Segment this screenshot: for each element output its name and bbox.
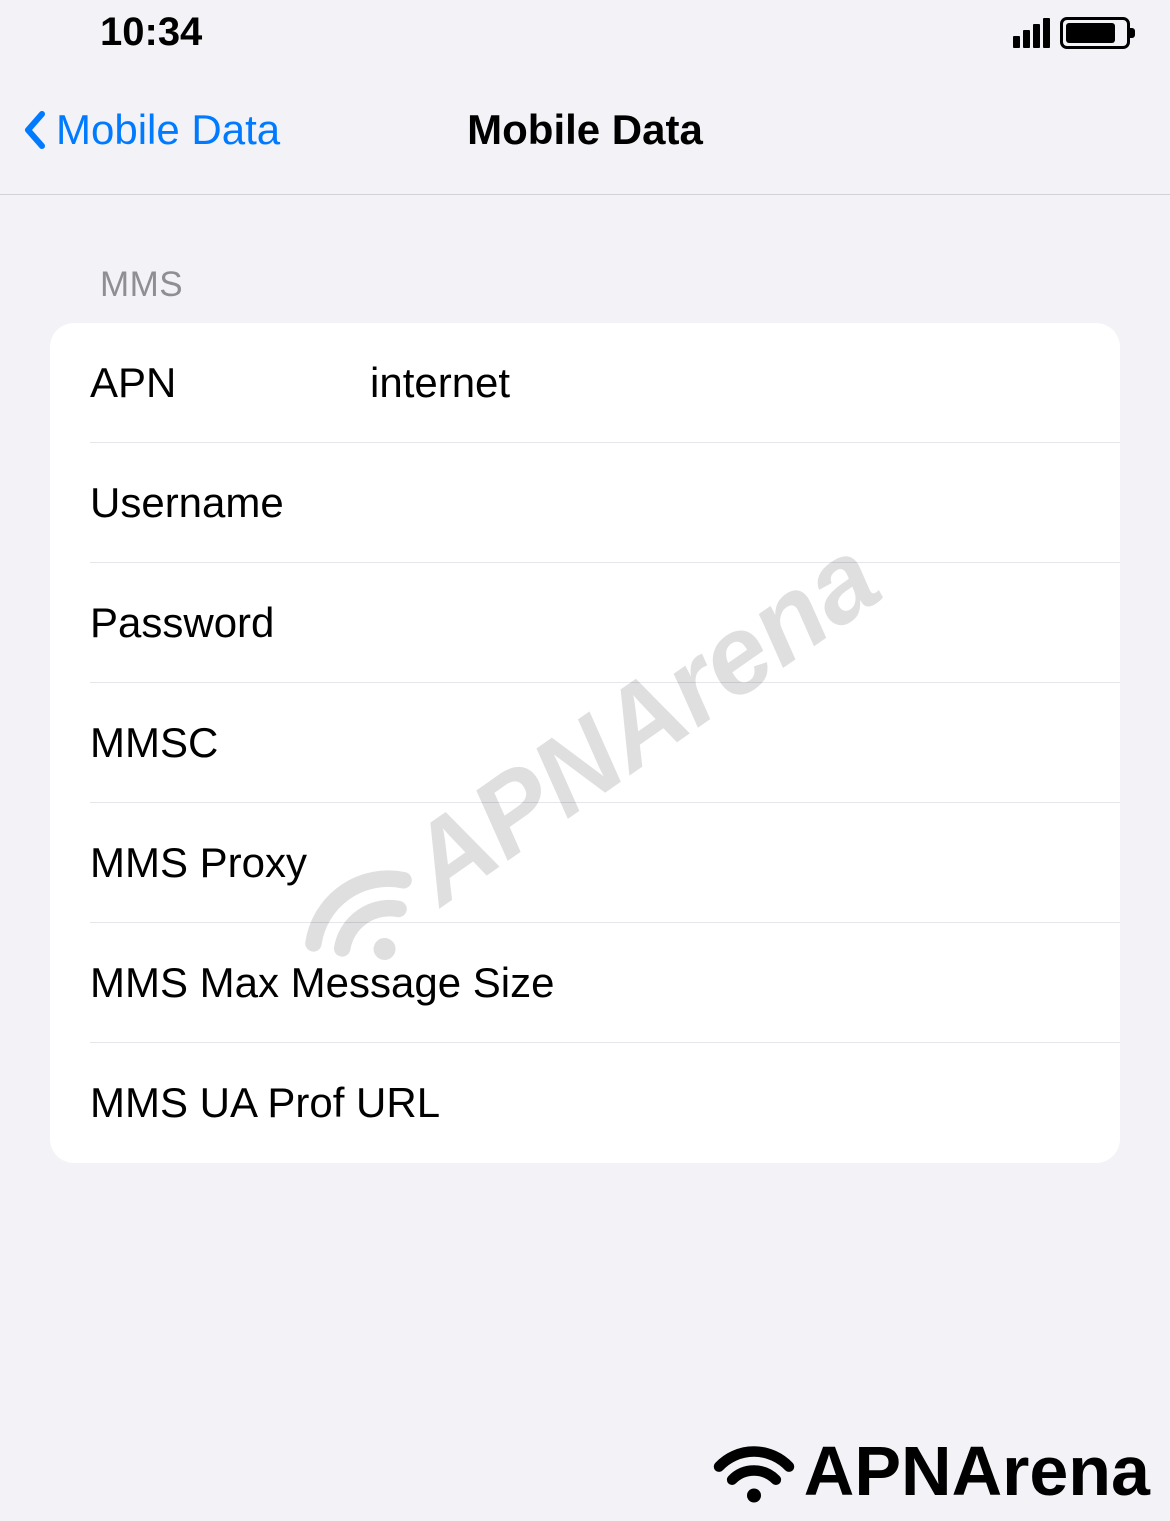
settings-row-username[interactable]: Username	[50, 443, 1120, 563]
settings-row-mms-ua-prof-url[interactable]: MMS UA Prof URL	[50, 1043, 1120, 1163]
battery-icon	[1060, 17, 1130, 49]
page-title: Mobile Data	[467, 106, 703, 154]
username-field[interactable]	[284, 479, 1080, 527]
footer-brand: APNArena	[709, 1431, 1150, 1511]
row-label-password: Password	[90, 599, 274, 647]
mmsc-field[interactable]	[218, 719, 1080, 767]
row-label-mms-max-message-size: MMS Max Message Size	[90, 959, 554, 1007]
back-button[interactable]: Mobile Data	[0, 106, 280, 154]
settings-group-mms: APN Username Password MMSC MMS Proxy MMS…	[50, 323, 1120, 1163]
settings-row-mms-proxy[interactable]: MMS Proxy	[50, 803, 1120, 923]
section-header-mms: MMS	[50, 265, 1120, 323]
status-time: 10:34	[100, 10, 202, 55]
mms-proxy-field[interactable]	[307, 839, 1080, 887]
content-area: MMS APN Username Password MMSC MMS Proxy…	[0, 195, 1170, 1163]
row-label-mmsc: MMSC	[90, 719, 218, 767]
back-label: Mobile Data	[56, 106, 280, 154]
mms-ua-prof-url-field[interactable]	[440, 1079, 1080, 1127]
cellular-signal-icon	[1013, 18, 1050, 48]
apn-field[interactable]	[310, 359, 1080, 407]
nav-bar: Mobile Data Mobile Data	[0, 65, 1170, 195]
wifi-icon	[709, 1436, 799, 1506]
status-bar: 10:34	[0, 0, 1170, 65]
settings-row-password[interactable]: Password	[50, 563, 1120, 683]
settings-row-apn[interactable]: APN	[50, 323, 1120, 443]
mms-max-message-size-field[interactable]	[554, 959, 1080, 1007]
row-label-apn: APN	[90, 359, 310, 407]
password-field[interactable]	[274, 599, 1080, 647]
row-label-username: Username	[90, 479, 284, 527]
settings-row-mmsc[interactable]: MMSC	[50, 683, 1120, 803]
status-right	[1013, 17, 1130, 49]
footer-brand-text: APNArena	[804, 1431, 1150, 1511]
settings-row-mms-max-message-size[interactable]: MMS Max Message Size	[50, 923, 1120, 1043]
row-label-mms-proxy: MMS Proxy	[90, 839, 307, 887]
chevron-left-icon	[22, 110, 46, 150]
row-label-mms-ua-prof-url: MMS UA Prof URL	[90, 1079, 440, 1127]
